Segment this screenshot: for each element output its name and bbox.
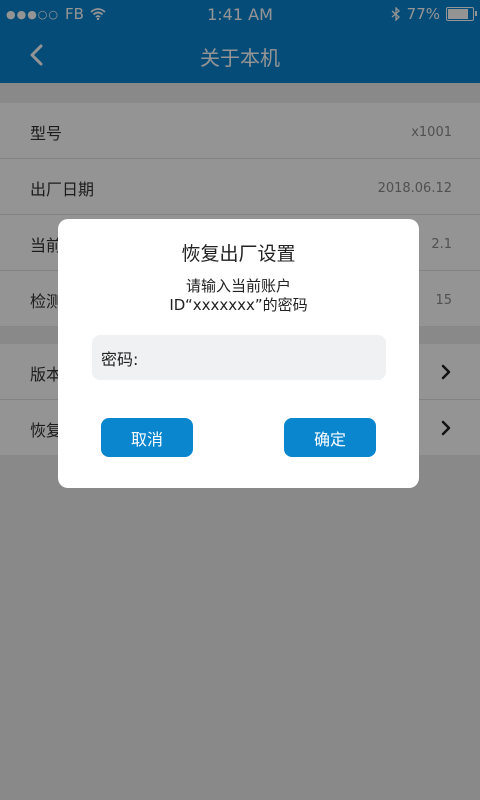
restore-factory-dialog: 恢复出厂设置 请输入当前账户 ID“xxxxxxx”的密码 密码: 取消 确定: [58, 219, 419, 488]
dialog-title: 恢复出厂设置: [181, 243, 296, 265]
cancel-button[interactable]: 取消: [101, 418, 193, 457]
password-input[interactable]: [142, 338, 386, 377]
password-label: 密码:: [101, 349, 139, 369]
dialog-message-line1: 请输入当前账户: [185, 277, 291, 295]
password-field[interactable]: 密码:: [92, 335, 386, 380]
dialog-message: 请输入当前账户 ID“xxxxxxx”的密码: [58, 277, 419, 315]
confirm-button[interactable]: 确定: [284, 418, 376, 457]
dialog-message-line2: ID“xxxxxxx”的密码: [169, 296, 308, 314]
